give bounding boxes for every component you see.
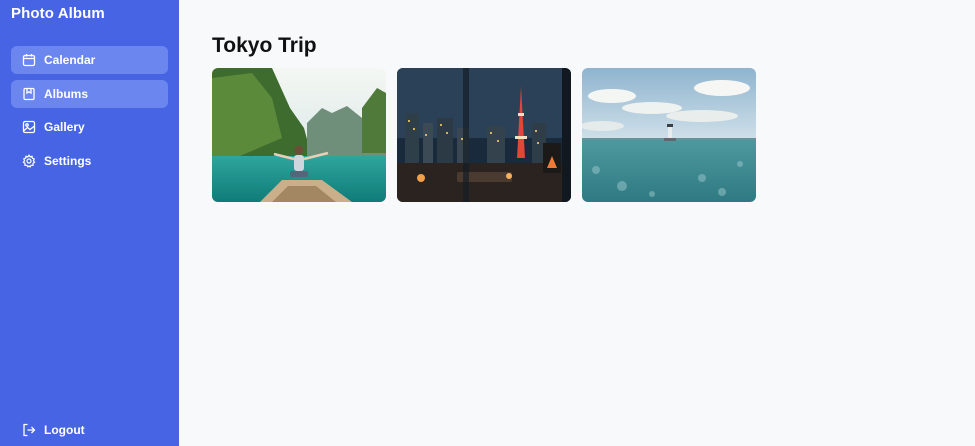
album-title: Tokyo Trip (212, 34, 317, 57)
main-content: Tokyo Trip (179, 0, 975, 446)
sidebar-item-label: Gallery (44, 120, 85, 134)
sidebar-nav: Calendar Albums Gallery Settings (11, 46, 168, 180)
logout-label: Logout (44, 423, 85, 437)
photo-sea-lighthouse[interactable] (582, 68, 756, 202)
sidebar-item-albums[interactable]: Albums (11, 79, 168, 108)
app-root: Photo Album Calendar Albums Gallery Sett… (0, 0, 975, 446)
sidebar-item-label: Calendar (44, 53, 96, 67)
sidebar-item-label: Settings (44, 153, 92, 168)
sidebar-item-label: Albums (44, 86, 89, 101)
photo-tokyo-tower-night[interactable] (397, 68, 571, 202)
photo-grid (212, 68, 756, 202)
image-icon (22, 120, 36, 134)
logout-button[interactable]: Logout (22, 423, 85, 437)
sidebar: Photo Album Calendar Albums Gallery Sett… (0, 0, 179, 446)
gear-icon (22, 153, 36, 168)
photo-boat-lagoon[interactable] (212, 68, 386, 202)
album-icon (22, 87, 36, 101)
calendar-icon (22, 53, 36, 67)
sidebar-item-gallery[interactable]: Gallery (11, 113, 168, 141)
logout-icon (22, 423, 36, 437)
sidebar-item-settings[interactable]: Settings (11, 147, 168, 175)
sidebar-item-calendar[interactable]: Calendar (11, 46, 168, 74)
app-title: Photo Album (11, 5, 105, 22)
